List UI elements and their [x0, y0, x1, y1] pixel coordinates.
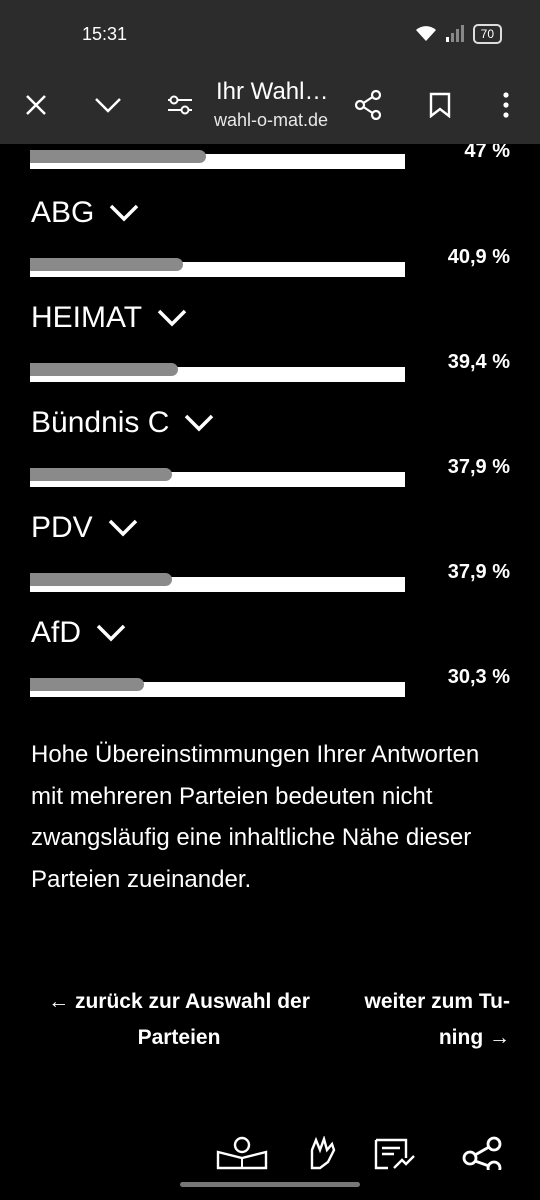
match-bar-fill	[30, 363, 178, 376]
party-name: HEIMAT	[31, 301, 143, 334]
party-toggle[interactable]: Bündnis C	[31, 406, 215, 440]
match-percent: 30,3 %	[447, 666, 510, 688]
share-icon[interactable]	[348, 85, 388, 125]
chevron-down-icon	[96, 624, 126, 642]
match-percent: 47 %	[464, 144, 510, 162]
chevron-down-icon[interactable]	[88, 85, 128, 125]
match-percent: 37,9 %	[447, 561, 510, 583]
match-bar	[30, 363, 405, 382]
browser-toolbar: Ihr Wahl… wahl-o-mat.de	[0, 70, 540, 144]
match-bar-fill	[30, 678, 144, 691]
party-toggle[interactable]: ABG	[31, 196, 140, 230]
match-bar	[30, 678, 405, 697]
match-bar-fill	[30, 258, 184, 271]
status-icons: 70	[415, 24, 502, 44]
wifi-icon	[415, 26, 436, 41]
chevron-down-icon	[108, 519, 137, 537]
back-to-party-selection-link[interactable]: ← zurück zur Auswahl der Parteien	[44, 984, 314, 1056]
party-toggle[interactable]: PDV	[31, 511, 139, 545]
party-name: Bündnis C	[31, 406, 170, 439]
match-bar	[30, 468, 405, 487]
gesture-navigation-area	[0, 1170, 540, 1200]
signal-icon	[445, 25, 464, 42]
chevron-down-icon	[110, 204, 139, 222]
continue-to-tuning-link[interactable]: weiter zum Tu-ning →	[330, 984, 510, 1056]
battery-indicator: 70	[472, 24, 502, 44]
match-bar-fill	[30, 468, 173, 481]
match-percent: 39,4 %	[447, 351, 510, 373]
match-bar-fill	[30, 150, 207, 163]
party-name: ABG	[31, 196, 95, 229]
results-content: 47 % ABG 40,9 % HEIMAT 39,4 % Bündnis C	[0, 144, 540, 1170]
gesture-handle[interactable]	[180, 1182, 360, 1187]
status-time: 15:31	[82, 24, 128, 44]
party-toggle[interactable]: AfD	[31, 616, 127, 650]
more-options-icon[interactable]	[486, 85, 526, 125]
site-settings-icon[interactable]	[160, 85, 200, 125]
match-bar	[30, 258, 405, 277]
match-bar	[30, 150, 405, 169]
match-bar	[30, 573, 405, 592]
party-name: PDV	[31, 511, 93, 544]
party-toggle[interactable]: HEIMAT	[31, 301, 188, 335]
match-percent: 37,9 %	[447, 456, 510, 478]
page-title[interactable]: Ihr Wahl…	[216, 78, 328, 106]
bookmark-icon[interactable]	[420, 85, 460, 125]
match-bar-fill	[30, 573, 173, 586]
party-name: AfD	[31, 616, 82, 649]
disclaimer-text: Hohe Übereinstimmungen Ihrer Antworten m…	[31, 741, 480, 893]
chevron-down-icon	[185, 414, 214, 432]
close-icon[interactable]	[16, 85, 56, 125]
chevron-down-icon	[157, 309, 187, 327]
status-bar: 15:31 70	[0, 0, 540, 70]
page-url[interactable]: wahl-o-mat.de	[214, 110, 328, 131]
match-percent: 40,9 %	[447, 246, 510, 268]
